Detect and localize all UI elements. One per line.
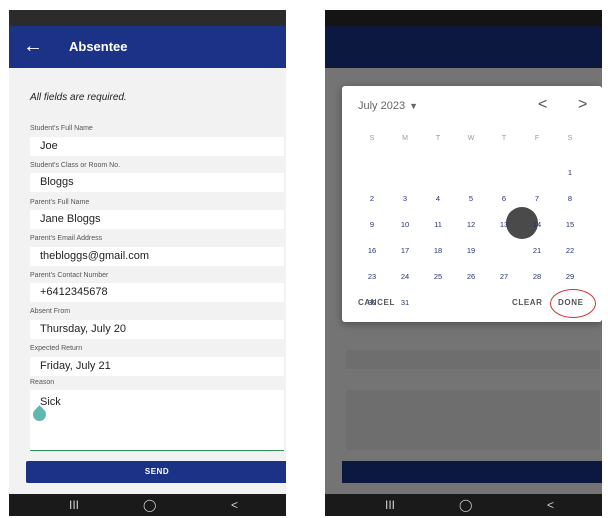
calendar-day[interactable]: 22	[556, 246, 584, 255]
weekday-label: S	[567, 135, 573, 142]
text-cursor-handle[interactable]	[30, 405, 49, 424]
calendar-day[interactable]: 31	[391, 298, 419, 307]
expected-return-label: Expected Return	[30, 345, 83, 352]
send-button[interactable]: SEND	[26, 461, 286, 483]
absent-from-label: Absent From	[30, 308, 71, 315]
calendar-day[interactable]: 8	[556, 194, 584, 203]
student-name-label: Student's Full Name	[30, 125, 93, 132]
class-room-label: Student's Class or Room No.	[30, 162, 121, 169]
calendar-day[interactable]: 19	[457, 246, 485, 255]
reason-label: Reason	[30, 379, 55, 386]
clear-button[interactable]: CLEAR	[512, 298, 543, 307]
next-month-icon[interactable]: >	[578, 96, 587, 114]
calendar-day[interactable]: 14	[523, 220, 551, 229]
month-label: July 2023	[358, 100, 406, 112]
class-room-field[interactable]: Bloggs	[30, 173, 284, 192]
back-arrow-icon[interactable]: ←	[23, 35, 43, 58]
calendar-day-selected[interactable]: 20	[490, 246, 518, 255]
parent-contact-label: Parent's Contact Number	[30, 272, 109, 279]
absent-from-field[interactable]: Thursday, July 20	[30, 320, 284, 339]
class-room-value: Bloggs	[40, 176, 74, 188]
home-icon[interactable]: ◯	[459, 498, 472, 512]
calendar-day[interactable]: 9	[358, 220, 386, 229]
calendar-day[interactable]: 18	[424, 246, 452, 255]
calendar-day[interactable]: 15	[556, 220, 584, 229]
weekday-label: W	[467, 135, 475, 142]
weekday-label: M	[402, 135, 408, 142]
calendar-day[interactable]: 24	[391, 272, 419, 281]
form-body: All fields are required. Student's Full …	[9, 68, 286, 490]
calendar-day[interactable]: 26	[457, 272, 485, 281]
parent-name-field[interactable]: Jane Bloggs	[30, 210, 284, 229]
back-icon[interactable]: <	[547, 498, 554, 512]
recent-apps-icon[interactable]: III	[69, 498, 79, 512]
status-bar	[9, 10, 286, 26]
date-picker-dialog: July 2023 ▼ < > SMTWTFS 1 2 3 4 5 6 7 8 9 10 11 12 13…	[342, 86, 602, 322]
calendar-day[interactable]: 10	[391, 220, 419, 229]
absent-from-value: Thursday, July 20	[40, 323, 127, 335]
calendar-day[interactable]: 6	[490, 194, 518, 203]
calendar-day[interactable]: 25	[424, 272, 452, 281]
expected-return-value: Friday, July 21	[40, 360, 111, 372]
calendar-day[interactable]: 28	[523, 272, 551, 281]
calendar-day[interactable]: 13	[490, 220, 518, 229]
page-title: Absentee	[69, 39, 128, 54]
calendar-day[interactable]: 3	[391, 194, 419, 203]
calendar-day[interactable]: 1	[556, 168, 584, 177]
home-icon[interactable]: ◯	[143, 498, 156, 512]
weekday-label: T	[501, 135, 507, 142]
parent-contact-field[interactable]: +6412345678	[30, 283, 284, 302]
weekday-label: S	[369, 135, 375, 142]
reason-textarea[interactable]: Sick	[30, 390, 284, 451]
weekday-label: T	[435, 135, 441, 142]
calendar-day[interactable]: 23	[358, 272, 386, 281]
dropdown-caret-icon: ▼	[409, 101, 419, 111]
parent-email-value: thebloggs@gmail.com	[40, 250, 149, 262]
student-name-value: Joe	[40, 140, 58, 152]
calendar-day[interactable]: 29	[556, 272, 584, 281]
calendar-day[interactable]: 2	[358, 194, 386, 203]
reason-value: Sick	[40, 396, 61, 408]
back-icon[interactable]: <	[231, 498, 238, 512]
parent-email-label: Parent's Email Address	[30, 235, 103, 242]
parent-name-value: Jane Bloggs	[40, 213, 101, 225]
calendar-day[interactable]: 17	[391, 246, 419, 255]
calendar-day[interactable]: 16	[358, 246, 386, 255]
calendar-day[interactable]: 4	[424, 194, 452, 203]
calendar-day[interactable]: 12	[457, 220, 485, 229]
expected-return-field[interactable]: Friday, July 21	[30, 357, 284, 376]
weekday-label: F	[534, 135, 540, 142]
calendar-day[interactable]: 27	[490, 272, 518, 281]
parent-name-label: Parent's Full Name	[30, 199, 90, 206]
calendar-day[interactable]: 7	[523, 194, 551, 203]
system-nav-bar: III ◯ <	[325, 494, 602, 516]
system-nav-bar: III ◯ <	[9, 494, 286, 516]
app-bar: ← Absentee	[9, 26, 286, 68]
calendar-day[interactable]: 21	[523, 246, 551, 255]
calendar-day[interactable]: 5	[457, 194, 485, 203]
calendar-day[interactable]: 11	[424, 220, 452, 229]
parent-email-field[interactable]: thebloggs@gmail.com	[30, 247, 284, 266]
cancel-button[interactable]: CANCEL	[358, 298, 395, 307]
student-name-field[interactable]: Joe	[30, 137, 284, 156]
required-note: All fields are required.	[30, 92, 127, 103]
date-picker-screen: July 2023 ▼ < > SMTWTFS 1 2 3 4 5 6 7 8 9 10 11 12 13…	[325, 10, 602, 516]
recent-apps-icon[interactable]: III	[385, 498, 395, 512]
absentee-form-screen: ← Absentee All fields are required. Stud…	[9, 10, 286, 516]
parent-contact-value: +6412345678	[40, 286, 108, 298]
prev-month-icon[interactable]: <	[538, 96, 547, 114]
done-highlight-circle	[550, 289, 596, 318]
month-selector[interactable]: July 2023 ▼	[358, 100, 418, 112]
